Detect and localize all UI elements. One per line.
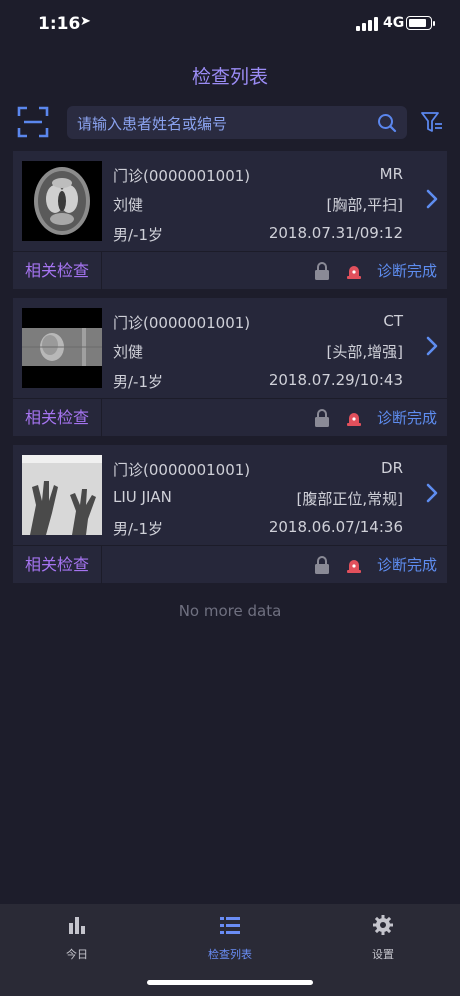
tab-label: 设置	[372, 948, 394, 961]
exam-card[interactable]: 门诊(0000001001) CT 刘健 [头部,增强] 男/-1岁 2018.…	[13, 298, 447, 437]
tab-label: 今日	[66, 948, 88, 961]
lock-icon[interactable]	[314, 262, 330, 280]
chevron-right-icon[interactable]	[425, 335, 439, 357]
related-exams-button[interactable]: 相关检查	[13, 252, 102, 290]
patient-name: LIU JIAN	[113, 488, 172, 506]
scan-icon[interactable]	[17, 106, 49, 138]
visit-id: 门诊(0000001001)	[113, 461, 251, 479]
mr-brain-thumbnail	[22, 161, 102, 241]
gear-icon	[373, 915, 393, 935]
card-footer: 相关检查 诊断完成	[13, 398, 447, 437]
exam-card[interactable]: 门诊(0000001001) DR LIU JIAN [腹部正位,常规] 男/-…	[13, 445, 447, 584]
search-icon[interactable]	[377, 113, 397, 133]
network-label: 4G	[383, 15, 405, 31]
sex-age: 男/-1岁	[113, 373, 164, 391]
card-footer: 相关检查 诊断完成	[13, 545, 447, 584]
status-label: 诊断完成	[376, 262, 437, 280]
modality: DR	[381, 459, 403, 477]
sex-age: 男/-1岁	[113, 226, 164, 244]
related-exams-button[interactable]: 相关检查	[13, 399, 102, 437]
patient-name: 刘健	[113, 196, 144, 214]
card-footer: 相关检查 诊断完成	[13, 251, 447, 290]
lock-icon[interactable]	[314, 409, 330, 427]
body-part: [腹部正位,常规]	[296, 490, 403, 508]
lock-icon[interactable]	[314, 556, 330, 574]
status-label: 诊断完成	[376, 409, 437, 427]
modality: MR	[379, 165, 403, 183]
alarm-icon[interactable]	[346, 557, 362, 573]
body-part: [头部,增强]	[326, 343, 403, 361]
location-arrow-icon: ➤	[80, 14, 91, 29]
tab-settings[interactable]: 设置	[323, 914, 443, 964]
exam-card[interactable]: 门诊(0000001001) MR 刘健 [胸部,平扫] 男/-1岁 2018.…	[13, 151, 447, 290]
modality: CT	[383, 312, 403, 330]
tab-label: 检查列表	[208, 948, 252, 961]
patient-name: 刘健	[113, 343, 144, 361]
status-label: 诊断完成	[376, 556, 437, 574]
list-icon	[220, 917, 240, 934]
body-part: [胸部,平扫]	[326, 196, 403, 214]
dr-hands-thumbnail	[22, 455, 102, 535]
no-more-data-label: No more data	[178, 602, 282, 620]
chevron-right-icon[interactable]	[425, 188, 439, 210]
tab-exam-list[interactable]: 检查列表	[170, 914, 290, 964]
status-time: 1:16	[38, 14, 81, 34]
exam-datetime: 2018.07.31/09:12	[268, 224, 403, 242]
sex-age: 男/-1岁	[113, 520, 164, 538]
related-exams-button[interactable]: 相关检查	[13, 546, 102, 584]
chevron-right-icon[interactable]	[425, 482, 439, 504]
alarm-icon[interactable]	[346, 410, 362, 426]
filter-icon[interactable]	[420, 110, 444, 134]
search-bar	[67, 106, 407, 141]
exam-datetime: 2018.06.07/14:36	[268, 518, 403, 536]
home-indicator	[147, 980, 313, 985]
visit-id: 门诊(0000001001)	[113, 167, 251, 185]
visit-id: 门诊(0000001001)	[113, 314, 251, 332]
page-title: 检查列表	[191, 66, 268, 88]
tab-today[interactable]: 今日	[17, 914, 137, 964]
exam-datetime: 2018.07.29/10:43	[268, 371, 403, 389]
signal-icon	[356, 17, 378, 31]
bar-chart-icon	[69, 917, 85, 934]
search-input[interactable]	[75, 106, 369, 141]
ct-head-thumbnail	[22, 308, 102, 388]
battery-icon	[406, 16, 435, 30]
alarm-icon[interactable]	[346, 263, 362, 279]
status-bar: 1:16 ➤ 4G	[0, 0, 460, 50]
